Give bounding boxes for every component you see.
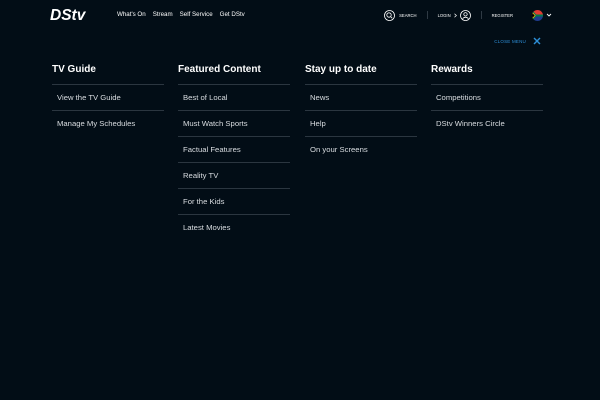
column-title: Stay up to date <box>305 63 417 85</box>
south-africa-flag-icon[interactable] <box>532 9 543 21</box>
nav-whats-on[interactable]: What's On <box>117 10 146 19</box>
menu-link-for-the-kids[interactable]: For the Kids <box>178 189 290 215</box>
column-link-list: View the TV Guide Manage My Schedules <box>52 85 164 136</box>
mega-menu-page: DStv What's On Stream Self Service Get D… <box>0 0 600 400</box>
header-tools: SEARCH LOGIN REGISTER <box>384 7 552 23</box>
chevron-right-icon <box>453 13 457 17</box>
menu-link-competitions[interactable]: Competitions <box>431 85 543 111</box>
close-menu-label[interactable]: CLOSE MENU <box>494 39 526 44</box>
search-icon[interactable] <box>384 9 396 21</box>
menu-link-help[interactable]: Help <box>305 111 417 137</box>
close-menu-button[interactable]: CLOSE MENU <box>494 37 541 45</box>
column-title: Rewards <box>431 63 543 85</box>
user-icon[interactable] <box>459 9 471 21</box>
column-link-list: Competitions DStv Winners Circle <box>431 85 543 136</box>
menu-link-latest-movies[interactable]: Latest Movies <box>178 215 290 240</box>
dstv-logo[interactable]: DStv <box>50 6 104 23</box>
menu-link-reality-tv[interactable]: Reality TV <box>178 163 290 189</box>
nav-get-dstv[interactable]: Get DStv <box>220 10 245 19</box>
top-navigation-bar: DStv What's On Stream Self Service Get D… <box>0 0 600 30</box>
menu-link-dstv-winners-circle[interactable]: DStv Winners Circle <box>431 111 543 136</box>
close-icon[interactable] <box>533 37 541 45</box>
column-title: TV Guide <box>52 63 164 85</box>
search-label[interactable]: SEARCH <box>399 13 416 18</box>
menu-link-on-your-screens[interactable]: On your Screens <box>305 137 417 162</box>
header-divider-2 <box>480 11 482 19</box>
menu-link-view-tv-guide[interactable]: View the TV Guide <box>52 85 164 111</box>
column-title: Featured Content <box>178 63 290 85</box>
nav-stream[interactable]: Stream <box>153 10 173 19</box>
login-label[interactable]: LOGIN <box>438 13 451 18</box>
menu-link-news[interactable]: News <box>305 85 417 111</box>
logo-text: DStv <box>50 7 87 23</box>
menu-link-manage-schedules[interactable]: Manage My Schedules <box>52 111 164 136</box>
header-divider <box>426 11 428 19</box>
menu-column-tv-guide: TV Guide View the TV Guide Manage My Sch… <box>52 63 164 136</box>
chevron-down-icon[interactable] <box>546 12 552 18</box>
menu-link-must-watch-sports[interactable]: Must Watch Sports <box>178 111 290 137</box>
menu-link-factual-features[interactable]: Factual Features <box>178 137 290 163</box>
column-link-list: Best of Local Must Watch Sports Factual … <box>178 85 290 240</box>
nav-self-service[interactable]: Self Service <box>180 10 213 19</box>
menu-column-rewards: Rewards Competitions DStv Winners Circle <box>431 63 543 136</box>
primary-nav: What's On Stream Self Service Get DStv <box>117 10 245 19</box>
column-link-list: News Help On your Screens <box>305 85 417 162</box>
register-label[interactable]: REGISTER <box>492 13 513 18</box>
menu-link-best-of-local[interactable]: Best of Local <box>178 85 290 111</box>
menu-column-stay-up-to-date: Stay up to date News Help On your Screen… <box>305 63 417 162</box>
menu-column-featured-content: Featured Content Best of Local Must Watc… <box>178 63 290 240</box>
